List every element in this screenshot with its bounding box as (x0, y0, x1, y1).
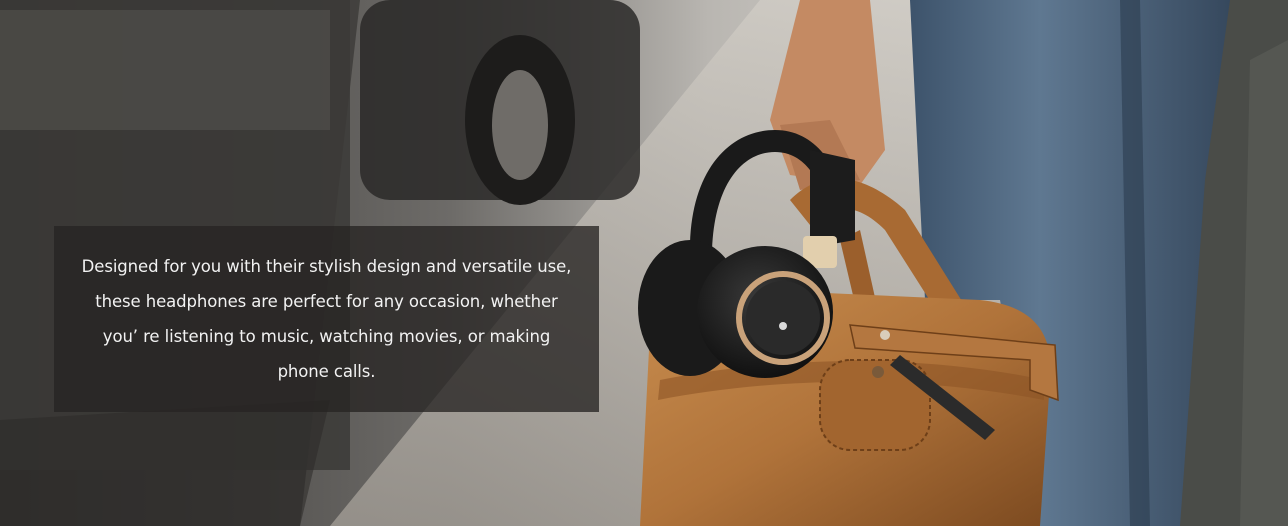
caption-text: Designed for you with their stylish desi… (81, 257, 572, 381)
caption-box: Designed for you with their stylish desi… (54, 226, 599, 412)
product-banner: Designed for you with their stylish desi… (0, 0, 1288, 526)
